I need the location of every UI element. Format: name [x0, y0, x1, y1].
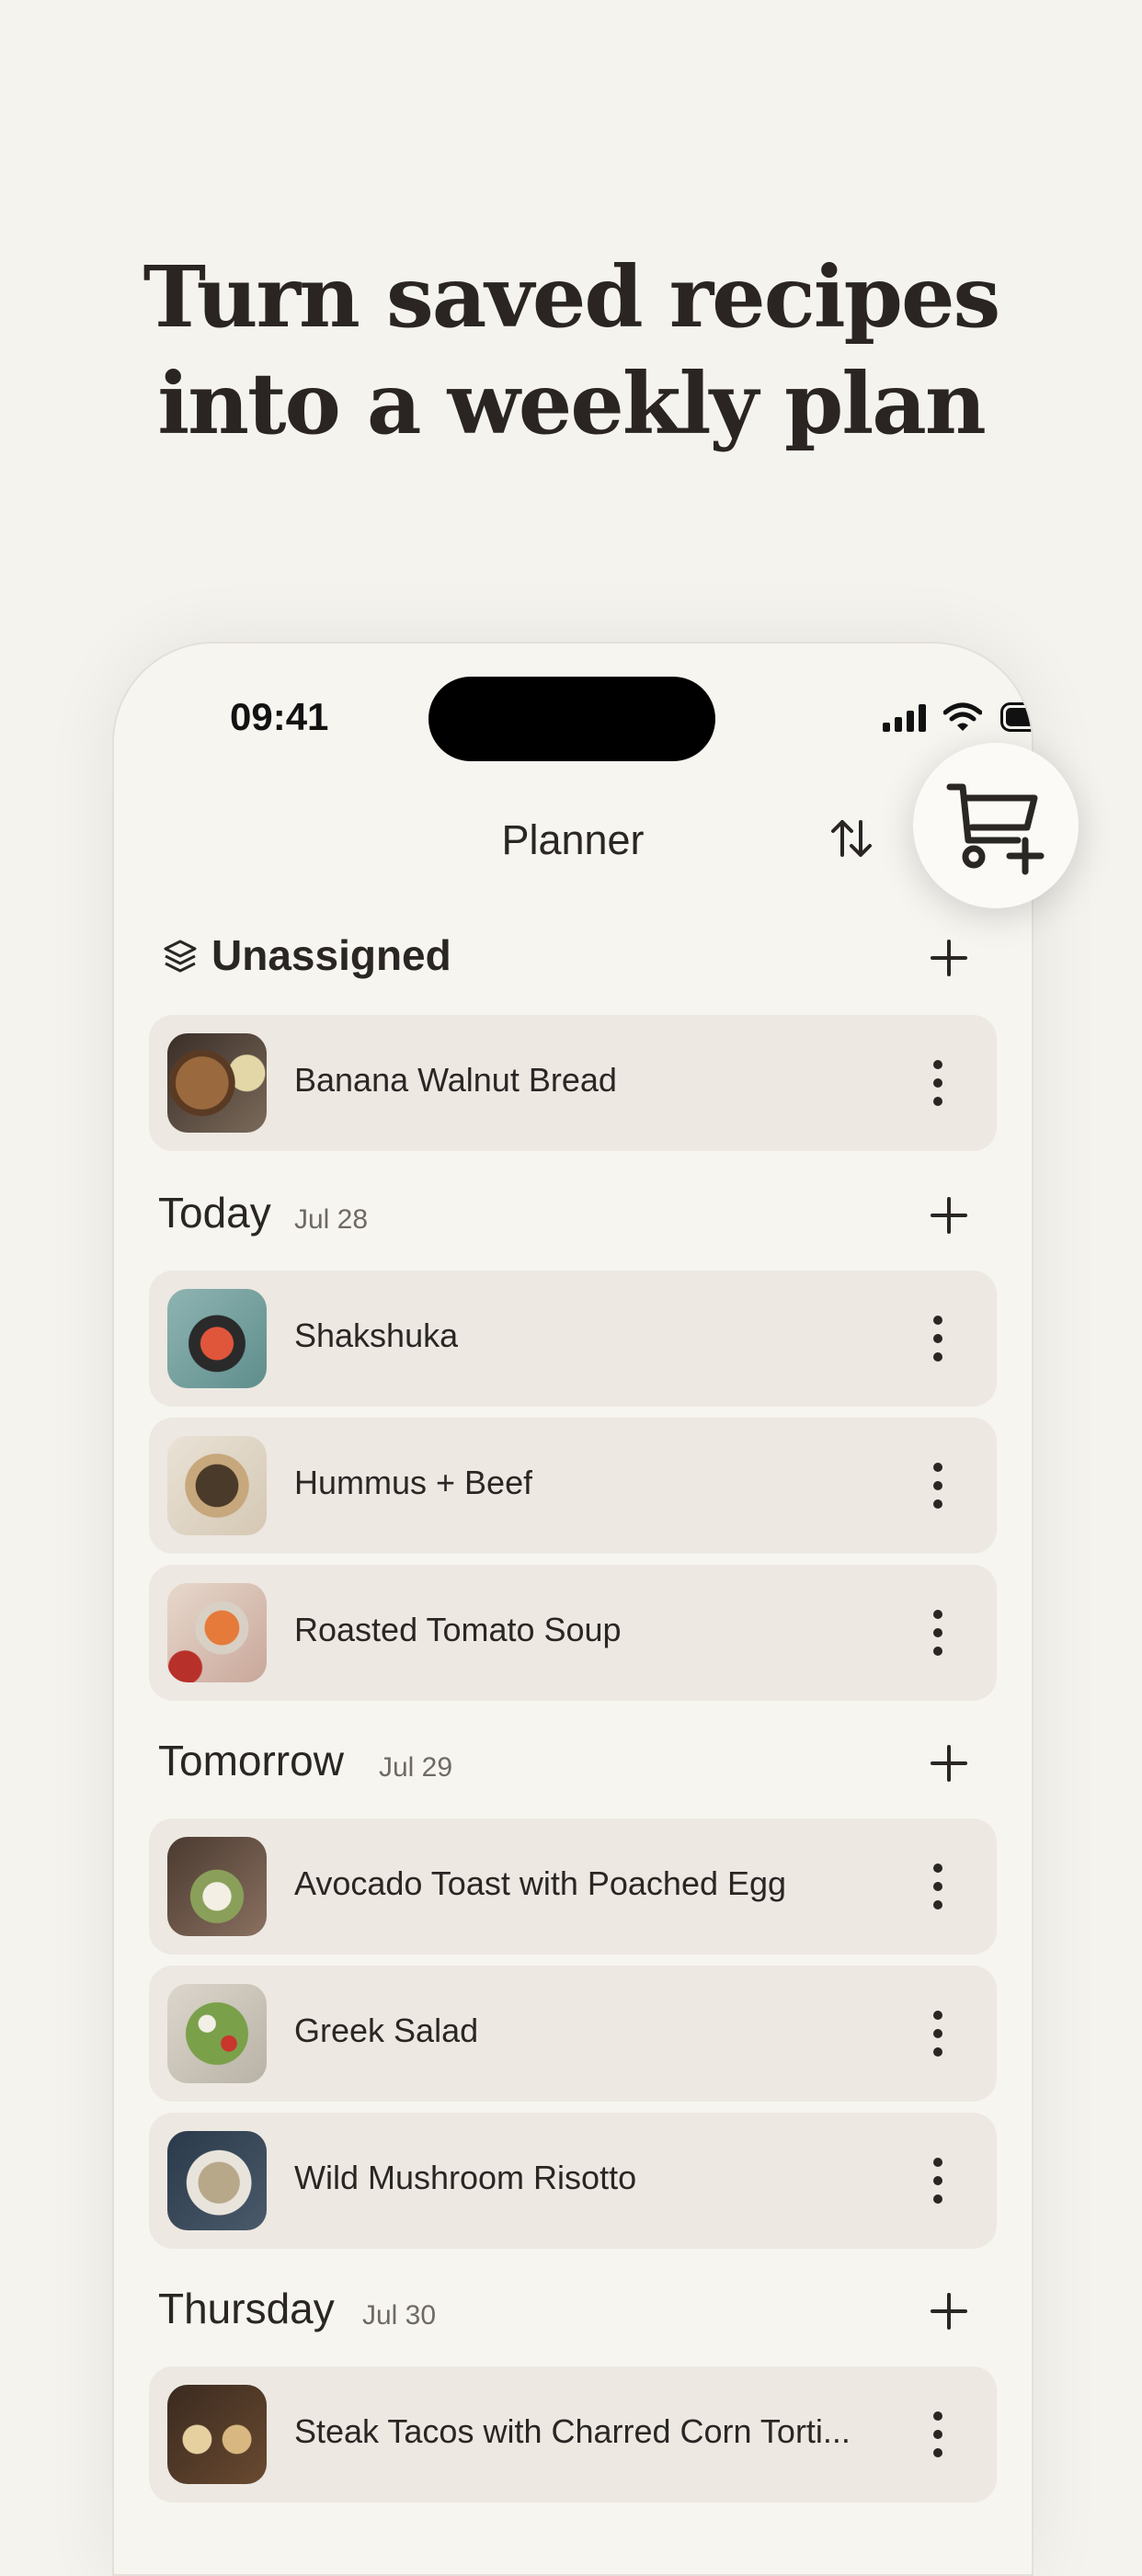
- status-time: 09:41: [230, 695, 329, 738]
- recipe-thumbnail: [167, 1436, 267, 1535]
- recipe-card[interactable]: Banana Walnut Bread: [149, 1015, 997, 1151]
- recipe-name: Hummus + Beef: [294, 1464, 533, 1501]
- more-options-icon[interactable]: [929, 2010, 947, 2057]
- recipe-name: Wild Mushroom Risotto: [294, 2159, 637, 2196]
- add-to-cart-button[interactable]: [913, 743, 1079, 908]
- battery-icon: [1000, 702, 1032, 732]
- section-title: Tomorrow: [158, 1737, 344, 1784]
- phone-frame: 09:41 Planner Unassigned Banana Walnut B…: [112, 642, 1034, 2576]
- recipe-thumbnail: [167, 1583, 267, 1682]
- add-icon[interactable]: [925, 934, 973, 982]
- recipe-name: Steak Tacos with Charred Corn Torti...: [294, 2412, 851, 2450]
- recipe-thumbnail: [167, 1033, 267, 1133]
- recipe-name: Shakshuka: [294, 1316, 459, 1354]
- recipe-name: Avocado Toast with Poached Egg: [294, 1864, 787, 1902]
- recipe-card[interactable]: Shakshuka: [149, 1271, 997, 1407]
- section-title: Unassigned: [211, 931, 451, 979]
- section-thursday: Thursday Jul 30: [158, 2284, 988, 2348]
- signal-icon: [883, 704, 926, 732]
- more-options-icon[interactable]: [929, 2157, 947, 2205]
- recipe-card[interactable]: Greek Salad: [149, 1966, 997, 2102]
- recipe-card[interactable]: Roasted Tomato Soup: [149, 1565, 997, 1701]
- more-options-icon[interactable]: [929, 1462, 947, 1510]
- recipe-card[interactable]: Hummus + Beef: [149, 1418, 997, 1554]
- recipe-card[interactable]: Wild Mushroom Risotto: [149, 2113, 997, 2249]
- more-options-icon[interactable]: [929, 1863, 947, 1910]
- section-date: Jul 29: [379, 1752, 453, 1783]
- more-options-icon[interactable]: [929, 1059, 947, 1107]
- wifi-icon: [943, 702, 982, 731]
- recipe-name: Banana Walnut Bread: [294, 1061, 617, 1099]
- more-options-icon[interactable]: [929, 1315, 947, 1362]
- more-options-icon[interactable]: [929, 2411, 947, 2458]
- recipe-thumbnail: [167, 1289, 267, 1388]
- sort-arrows-icon[interactable]: [824, 811, 879, 866]
- add-icon[interactable]: [925, 1191, 973, 1239]
- recipe-card[interactable]: Steak Tacos with Charred Corn Torti...: [149, 2366, 997, 2502]
- recipe-thumbnail: [167, 1837, 267, 1936]
- layers-icon: [164, 940, 197, 973]
- section-date: Jul 28: [294, 1204, 369, 1235]
- more-options-icon[interactable]: [929, 1609, 947, 1657]
- recipe-thumbnail: [167, 1984, 267, 2083]
- dynamic-island: [428, 677, 715, 761]
- section-today: Today Jul 28: [158, 1188, 988, 1252]
- recipe-name: Roasted Tomato Soup: [294, 1611, 622, 1648]
- headline: Turn saved recipes into a weekly plan: [0, 244, 1142, 457]
- section-title: Thursday: [158, 2285, 335, 2332]
- headline-line-1: Turn saved recipes: [143, 247, 1001, 347]
- recipe-thumbnail: [167, 2385, 267, 2484]
- section-date: Jul 30: [362, 2300, 437, 2331]
- nav-title: Planner: [501, 816, 645, 863]
- add-icon[interactable]: [925, 1739, 973, 1787]
- add-icon[interactable]: [925, 2287, 973, 2335]
- section-unassigned: Unassigned: [158, 930, 988, 995]
- cart-add-icon: [946, 783, 1045, 875]
- section-tomorrow: Tomorrow Jul 29: [158, 1736, 988, 1800]
- recipe-name: Greek Salad: [294, 2012, 479, 2049]
- recipe-card[interactable]: Avocado Toast with Poached Egg: [149, 1818, 997, 1955]
- headline-line-2: into a weekly plan: [157, 354, 987, 453]
- recipe-thumbnail: [167, 2131, 267, 2230]
- section-title: Today: [158, 1189, 271, 1237]
